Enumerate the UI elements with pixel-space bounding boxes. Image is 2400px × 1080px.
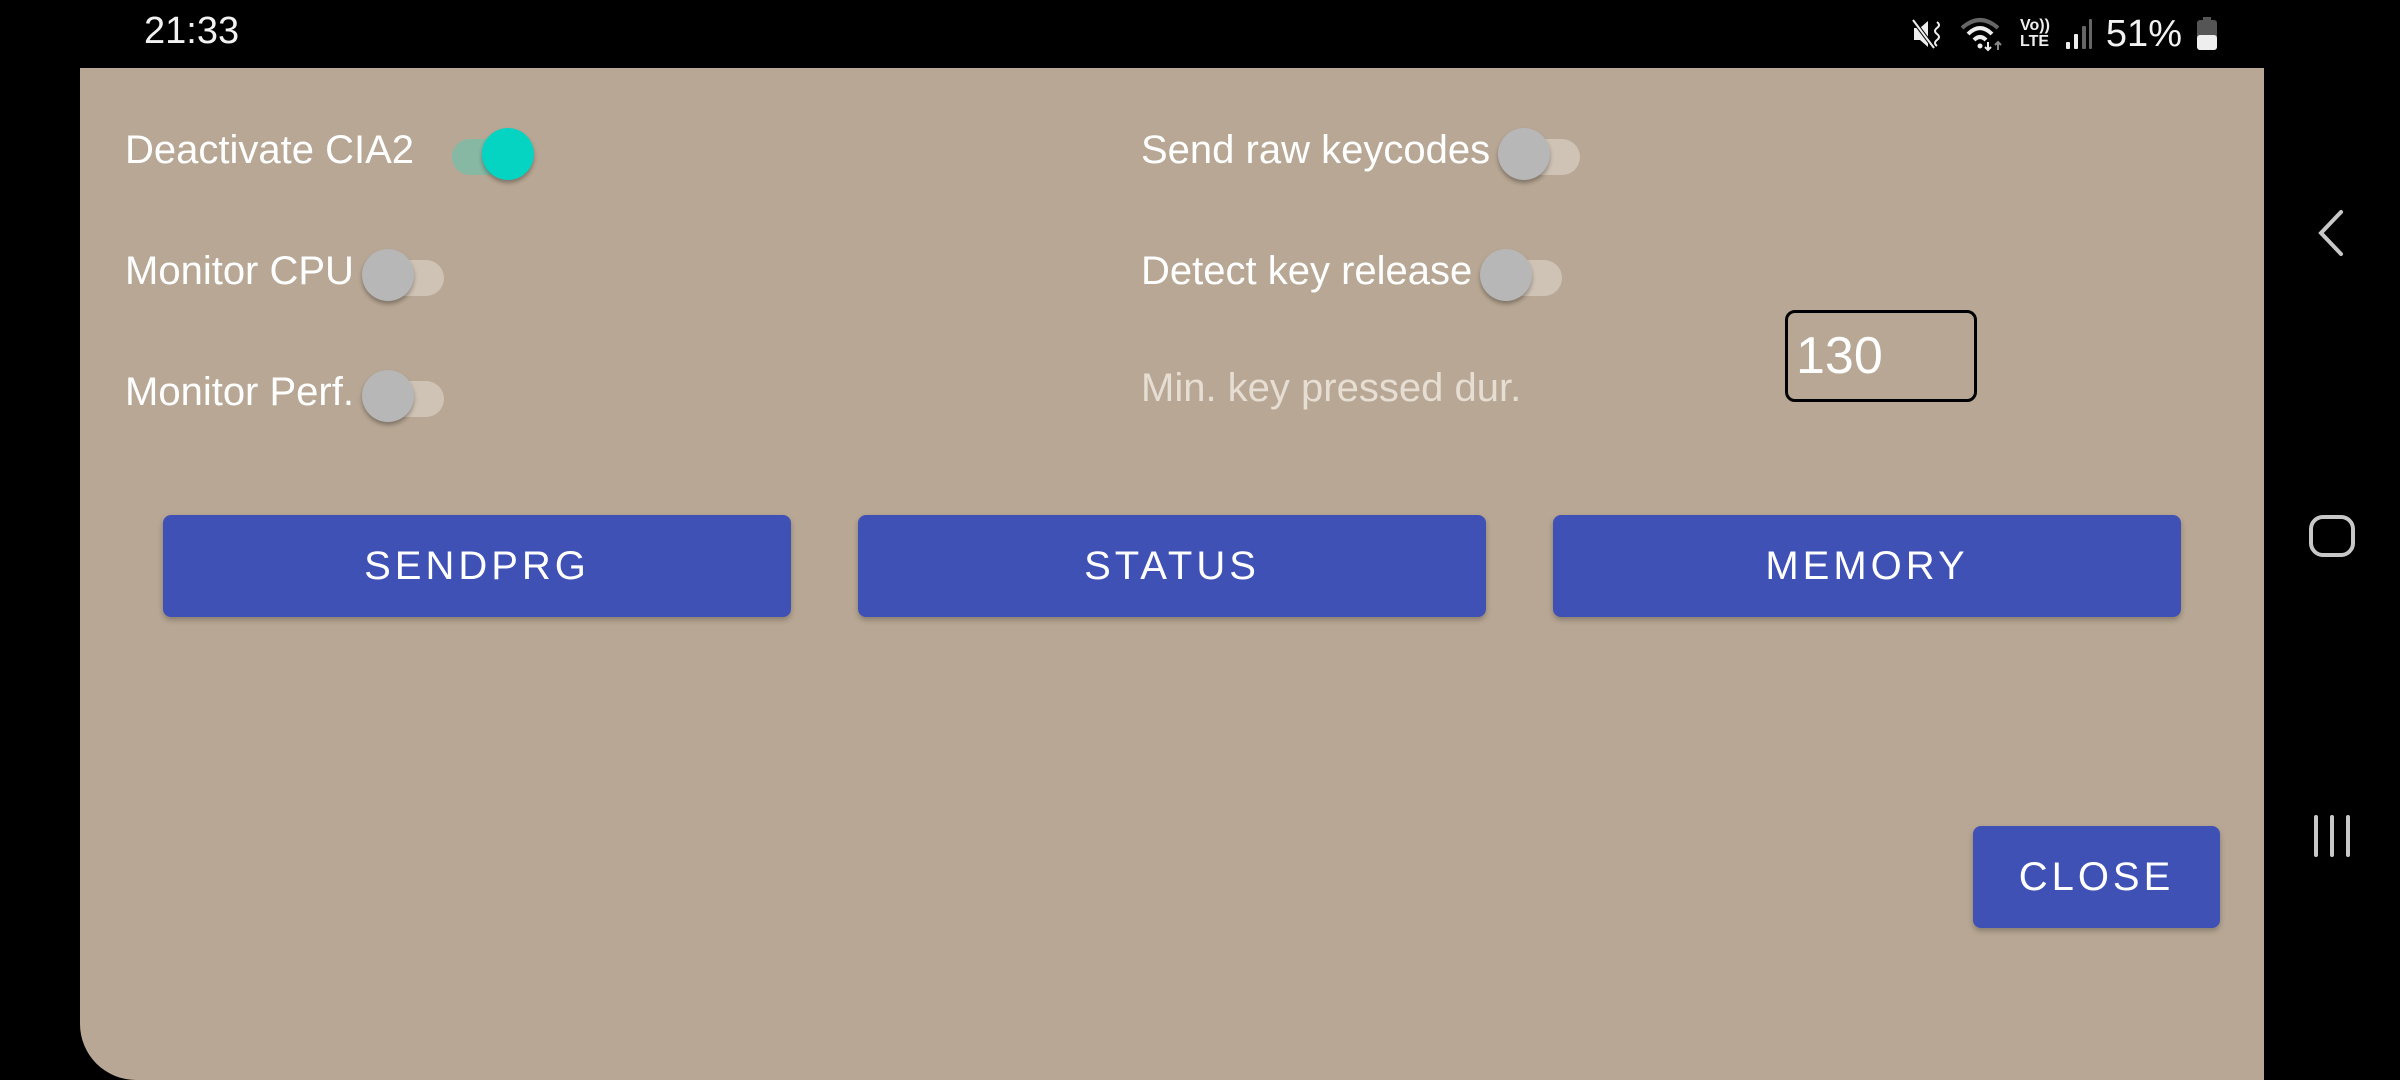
battery-percent: 51% xyxy=(2105,12,2182,55)
battery-icon xyxy=(2196,17,2218,51)
volte-lte-icon: Vo)) LTE xyxy=(2020,17,2050,50)
toggle-label: Monitor CPU xyxy=(125,248,354,293)
home-icon xyxy=(2308,512,2356,565)
toggle-label: Deactivate CIA2 xyxy=(125,127,415,172)
switch-thumb xyxy=(1480,249,1533,301)
switch-thumb xyxy=(482,128,535,180)
switch-thumb xyxy=(361,249,414,301)
min-key-pressed-row: Min. key pressed dur. xyxy=(1141,358,1521,418)
toggle-row-monitor-perf: Monitor Perf. xyxy=(125,362,456,422)
toggle-row-deactivate-cia2: Deactivate CIA2 xyxy=(125,120,535,180)
toggle-label: Send raw keycodes xyxy=(1141,127,1491,172)
wifi-icon xyxy=(1960,16,2006,52)
navigation-bar xyxy=(2264,0,2400,1080)
monitor-perf-switch[interactable] xyxy=(361,362,456,422)
back-button[interactable] xyxy=(2264,208,2400,263)
signal-icon xyxy=(2064,18,2092,50)
toggle-label: Detect key release xyxy=(1141,248,1473,293)
close-button[interactable]: CLOSE xyxy=(1973,826,2220,928)
settings-dialog: Deactivate CIA2 Monitor CPU Monitor Perf… xyxy=(80,68,2264,1080)
status-button[interactable]: STATUS xyxy=(858,515,1486,617)
clock: 21:33 xyxy=(144,10,240,52)
recents-button[interactable] xyxy=(2264,814,2400,863)
toggle-row-send-raw-keycodes: Send raw keycodes xyxy=(1141,120,1592,180)
toggle-row-monitor-cpu: Monitor CPU xyxy=(125,241,456,301)
toggle-row-detect-key-release: Detect key release xyxy=(1141,241,1574,301)
monitor-cpu-switch[interactable] xyxy=(361,241,456,301)
status-bar: 21:33 Vo)) LTE 51% xyxy=(0,0,2264,68)
send-raw-keycodes-switch[interactable] xyxy=(1498,120,1592,180)
mute-vibrate-icon xyxy=(1910,16,1946,52)
home-button[interactable] xyxy=(2264,512,2400,565)
switch-thumb xyxy=(361,370,414,422)
switch-thumb xyxy=(1498,128,1551,180)
min-key-pressed-label: Min. key pressed dur. xyxy=(1141,365,1522,410)
memory-button[interactable]: MEMORY xyxy=(1553,515,2181,617)
sendprg-button[interactable]: SENDPRG xyxy=(163,515,791,617)
deactivate-cia2-switch[interactable] xyxy=(440,120,535,180)
toggle-label: Monitor Perf. xyxy=(125,369,354,414)
recents-icon xyxy=(2310,814,2354,863)
back-icon xyxy=(2317,208,2347,263)
min-key-pressed-input[interactable] xyxy=(1785,310,1977,402)
status-icons: Vo)) LTE 51% xyxy=(1910,12,2218,56)
detect-key-release-switch[interactable] xyxy=(1480,241,1574,301)
